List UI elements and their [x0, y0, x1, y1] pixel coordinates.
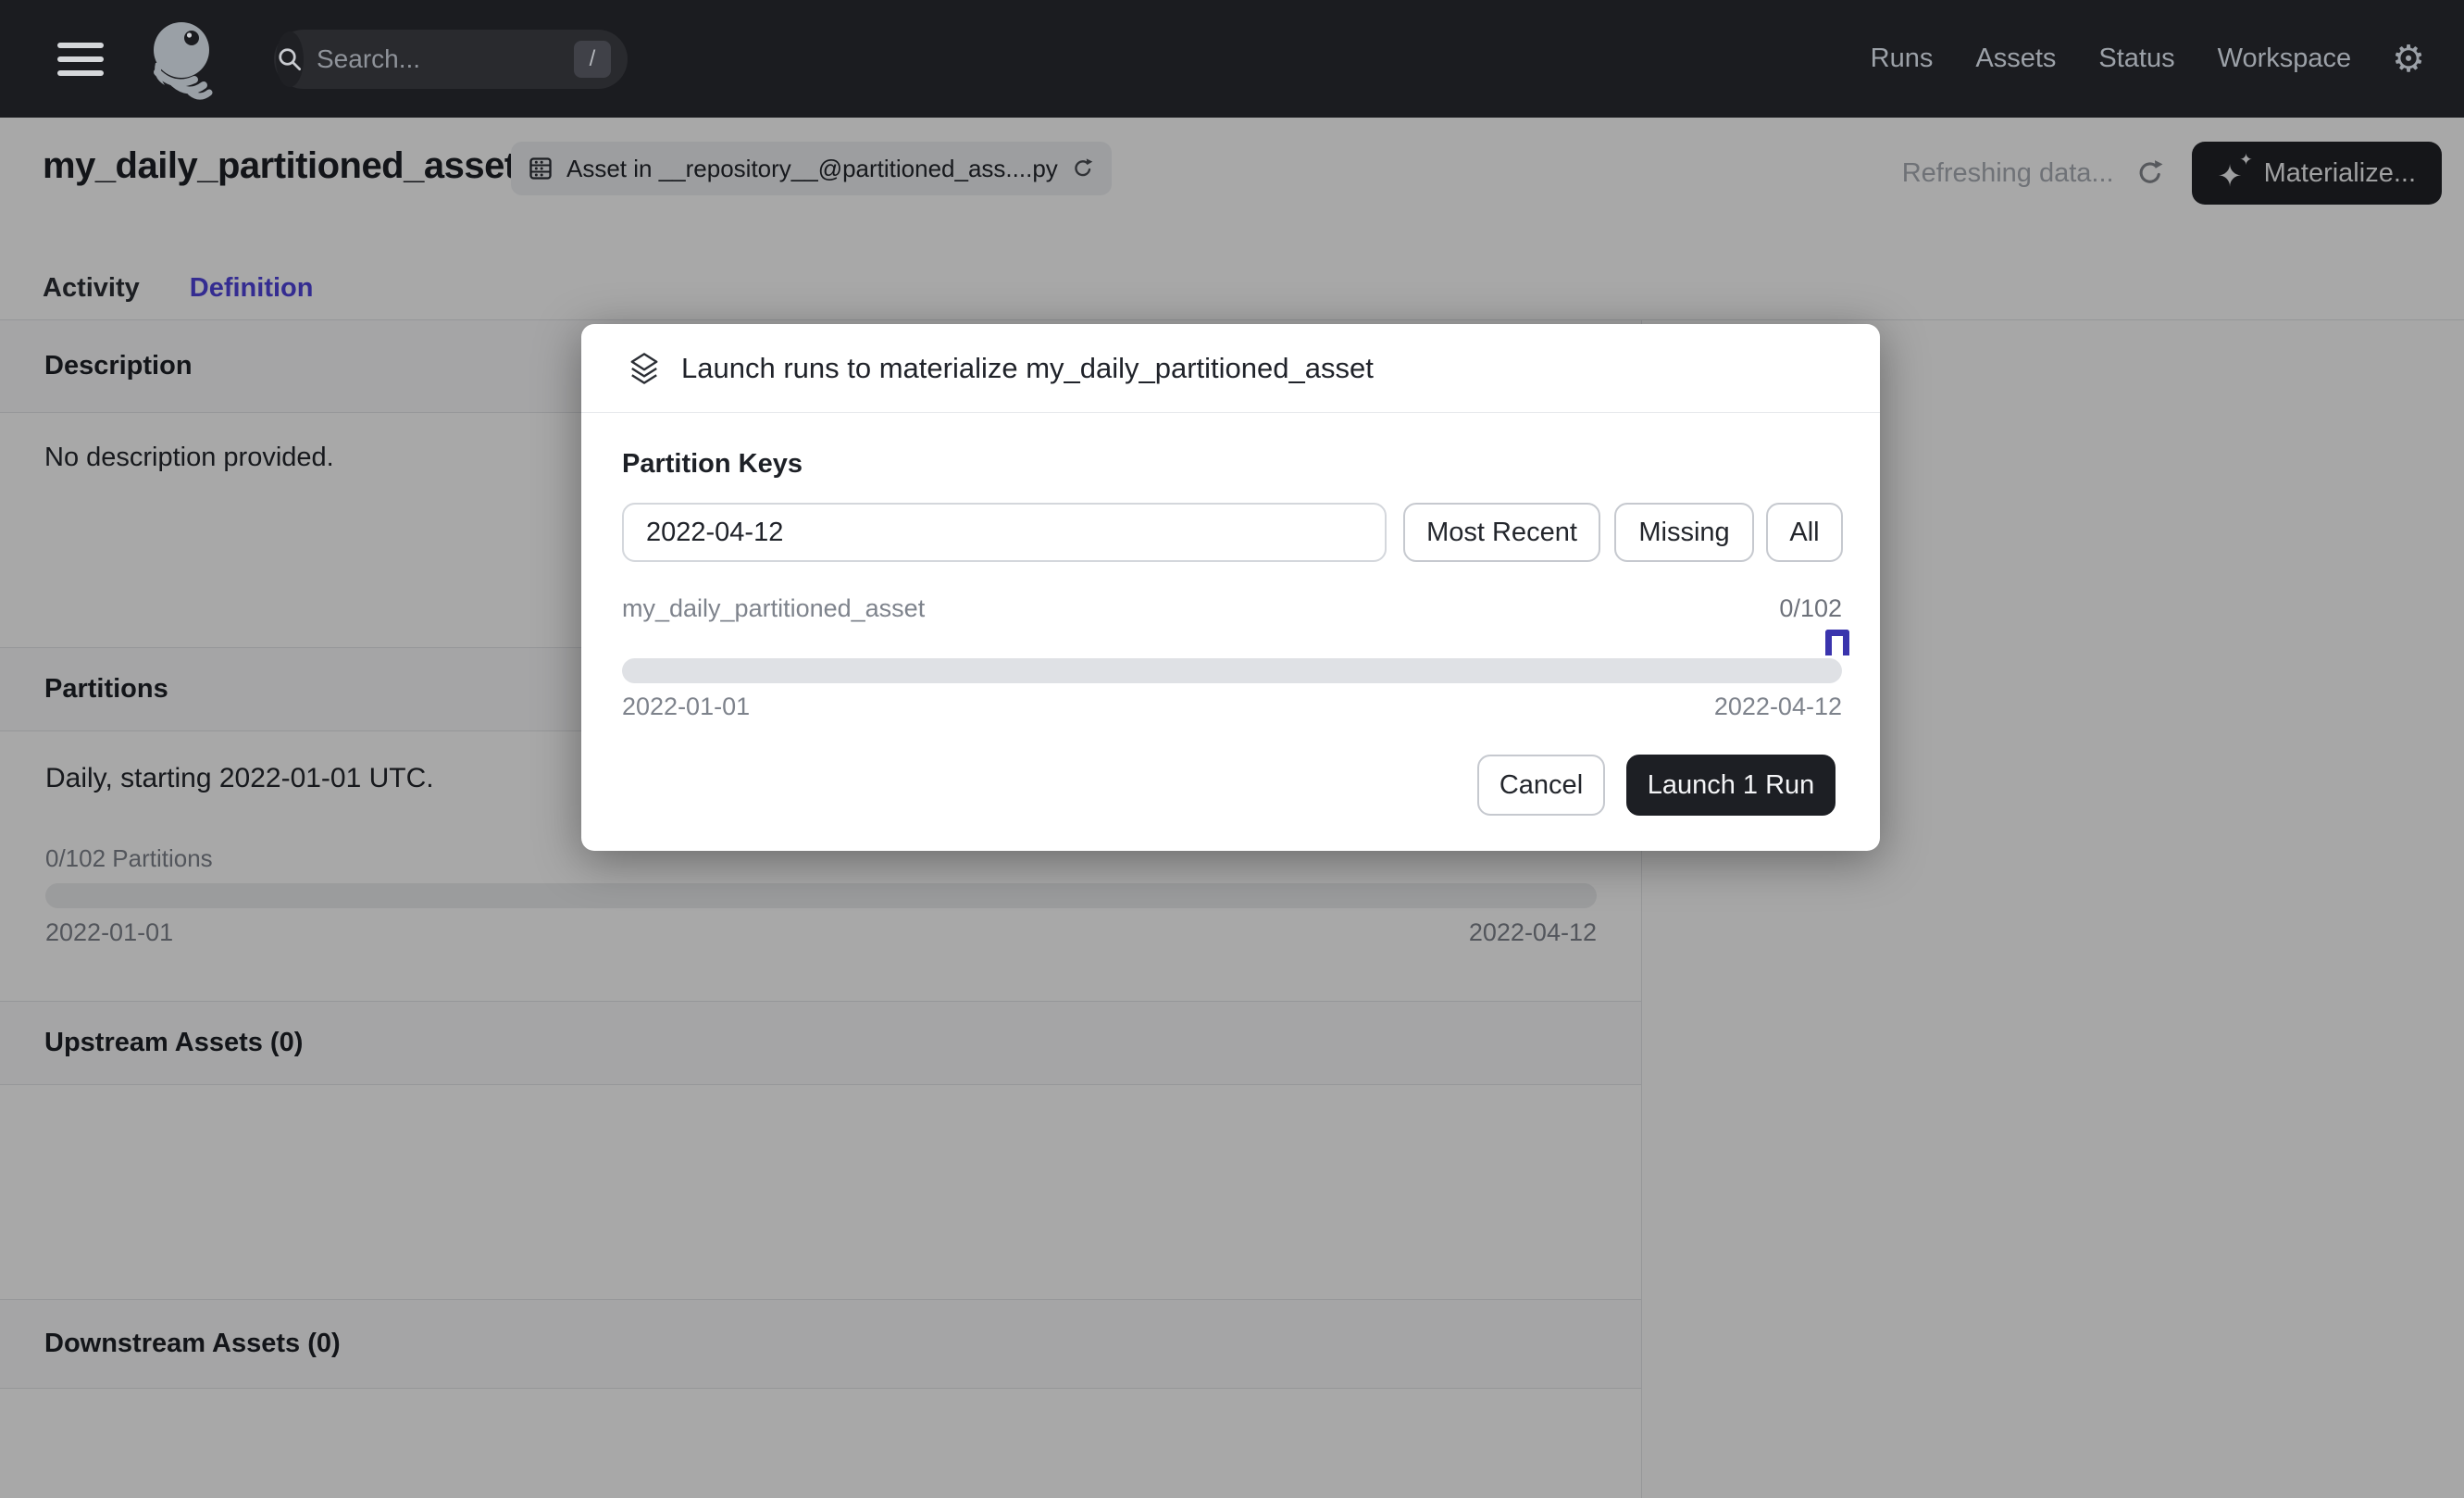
selected-partition-count: 0/102 [1779, 594, 1842, 623]
modal-range-end: 2022-04-12 [1714, 693, 1842, 721]
missing-button[interactable]: Missing [1614, 503, 1754, 562]
dagster-logo-icon [143, 15, 228, 104]
modal-asset-name: my_daily_partitioned_asset [622, 594, 925, 623]
settings-gear-icon[interactable]: ⚙︎ [2392, 41, 2425, 78]
launch-run-button[interactable]: Launch 1 Run [1626, 755, 1836, 816]
modal-range-labels: 2022-01-01 2022-04-12 [622, 693, 1842, 721]
nav-runs[interactable]: Runs [1871, 44, 1934, 74]
nav-workspace[interactable]: Workspace [2218, 44, 2352, 74]
top-nav-links: Runs Assets Status Workspace [1871, 44, 2351, 74]
partition-selection-marker [1825, 630, 1849, 655]
partition-key-input[interactable] [622, 503, 1387, 562]
nav-status[interactable]: Status [2098, 44, 2174, 74]
asset-selection-row: my_daily_partitioned_asset 0/102 [622, 594, 1842, 623]
modal-partition-health-bar [622, 658, 1842, 683]
dialog-title: Launch runs to materialize my_daily_part… [681, 352, 1374, 385]
app-screen: / Runs Assets Status Workspace ⚙︎ my_dai… [0, 0, 2464, 1498]
partition-keys-label: Partition Keys [622, 449, 803, 480]
dialog-header: Launch runs to materialize my_daily_part… [581, 324, 1880, 413]
all-button[interactable]: All [1766, 503, 1843, 562]
modal-range-start: 2022-01-01 [622, 693, 750, 721]
launch-runs-dialog: Launch runs to materialize my_daily_part… [581, 324, 1880, 851]
global-search[interactable]: / [274, 30, 628, 89]
most-recent-button[interactable]: Most Recent [1403, 503, 1600, 562]
asset-layers-icon [629, 352, 659, 385]
hamburger-menu-icon[interactable] [57, 43, 104, 76]
top-navigation-bar: / Runs Assets Status Workspace ⚙︎ [0, 0, 2464, 118]
search-icon [276, 31, 304, 87]
search-shortcut-badge: / [574, 41, 611, 78]
cancel-button[interactable]: Cancel [1477, 755, 1605, 816]
nav-assets[interactable]: Assets [1975, 44, 2056, 74]
